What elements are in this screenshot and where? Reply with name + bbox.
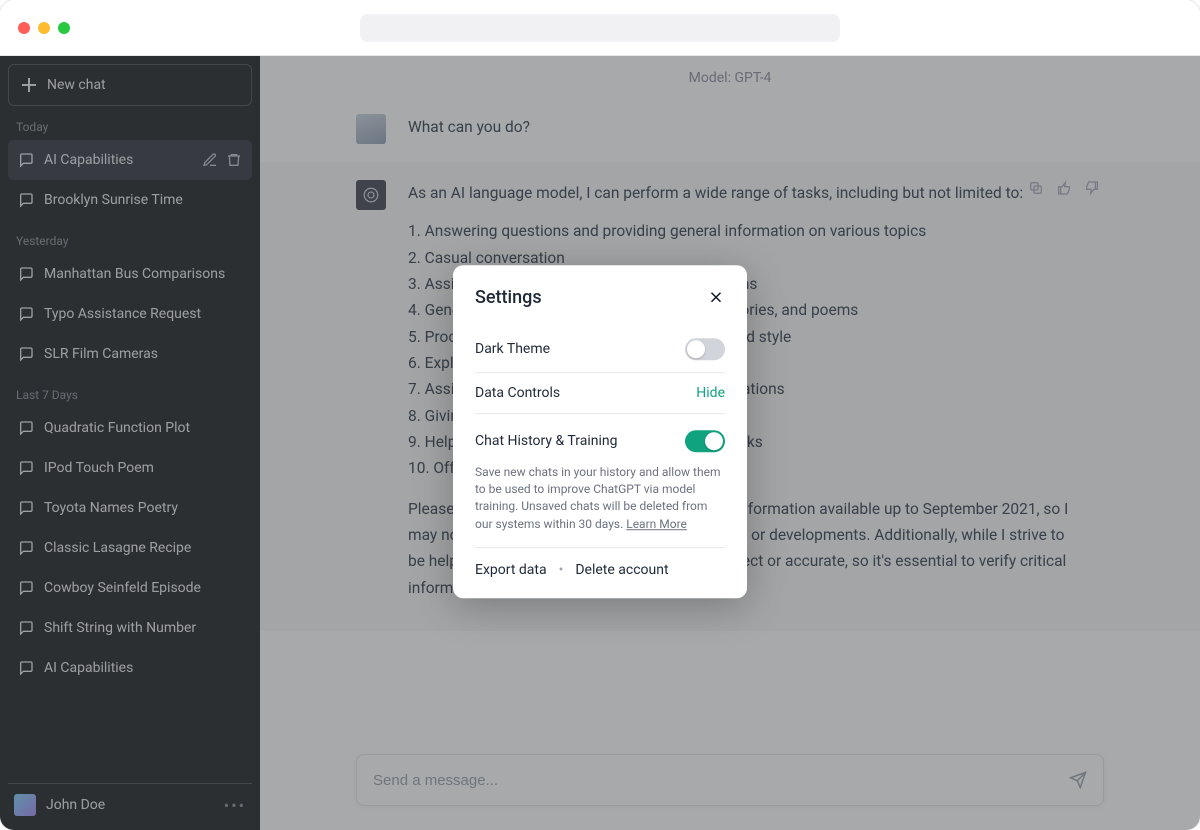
close-icon[interactable] — [707, 288, 725, 306]
dot-separator: • — [559, 562, 564, 578]
traffic-lights — [18, 22, 70, 34]
learn-more-link[interactable]: Learn More — [626, 517, 687, 531]
settings-modal: Settings Dark Theme Data Controls Hide C… — [453, 265, 747, 599]
data-controls-row: Data Controls Hide — [475, 372, 725, 413]
minimize-window-dot[interactable] — [38, 22, 50, 34]
delete-account-link[interactable]: Delete account — [575, 562, 668, 578]
chat-history-description: Save new chats in your history and allow… — [475, 464, 725, 548]
modal-title: Settings — [475, 287, 542, 308]
close-window-dot[interactable] — [18, 22, 30, 34]
chat-history-row: Chat History & Training — [475, 414, 725, 464]
dark-theme-row: Dark Theme — [475, 326, 725, 372]
modal-footer-links: Export data • Delete account — [475, 548, 725, 578]
data-controls-label: Data Controls — [475, 385, 560, 401]
title-bar — [0, 0, 1200, 56]
export-data-link[interactable]: Export data — [475, 562, 547, 578]
address-bar-placeholder — [360, 14, 840, 42]
hide-link[interactable]: Hide — [696, 385, 725, 401]
dark-theme-toggle[interactable] — [685, 338, 725, 360]
chat-history-toggle[interactable] — [685, 430, 725, 452]
dark-theme-label: Dark Theme — [475, 341, 550, 357]
maximize-window-dot[interactable] — [58, 22, 70, 34]
app-window: New chat Today AI Capabilities — [0, 0, 1200, 830]
chat-history-label: Chat History & Training — [475, 433, 617, 449]
